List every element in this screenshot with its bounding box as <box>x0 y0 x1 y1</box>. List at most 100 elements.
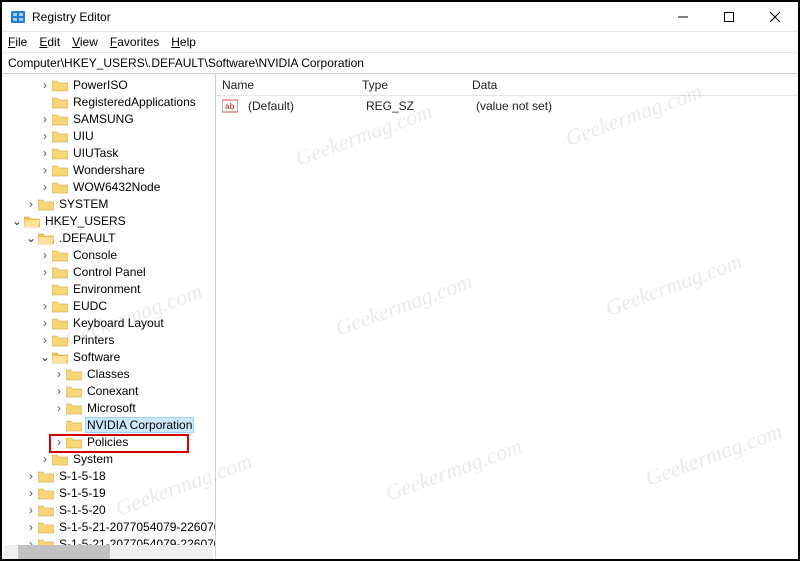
tree-item[interactable]: ⌄ .DEFAULT <box>4 229 215 246</box>
chevron-down-icon[interactable]: ⌄ <box>10 214 24 228</box>
string-value-icon: ab <box>222 98 238 114</box>
tree-item[interactable]: ⌄Software <box>4 348 215 365</box>
folder-icon <box>52 333 68 347</box>
tree-item[interactable]: Environment <box>4 280 215 297</box>
chevron-right-icon[interactable]: › <box>24 520 38 534</box>
tree-label: System <box>71 452 115 466</box>
tree-item[interactable]: › S-1-5-18 <box>4 467 215 484</box>
col-header-type[interactable]: Type <box>356 78 466 92</box>
maximize-button[interactable] <box>706 2 752 32</box>
chevron-right-icon[interactable]: › <box>38 299 52 313</box>
chevron-right-icon[interactable]: › <box>52 384 66 398</box>
cell-name: (Default) <box>242 99 360 113</box>
col-header-data[interactable]: Data <box>466 78 798 92</box>
chevron-right-icon[interactable]: › <box>38 316 52 330</box>
column-headers[interactable]: Name Type Data <box>216 74 798 96</box>
tree-label: Wondershare <box>71 163 147 177</box>
tree-label: NVIDIA Corporation <box>85 417 194 433</box>
folder-icon <box>38 503 54 517</box>
tree-item[interactable]: ›SAMSUNG <box>4 110 215 127</box>
menu-edit[interactable]: Edit <box>39 35 60 49</box>
chevron-down-icon[interactable]: ⌄ <box>24 231 38 245</box>
tree-item[interactable]: ›Classes <box>4 365 215 382</box>
title-bar: Registry Editor <box>2 2 798 32</box>
folder-icon <box>66 418 82 432</box>
tree-item[interactable]: ›PowerISO <box>4 76 215 93</box>
chevron-right-icon[interactable]: › <box>24 197 38 211</box>
tree-item[interactable]: ›S-1-5-19 <box>4 484 215 501</box>
menu-view[interactable]: View <box>72 35 98 49</box>
tree-item[interactable]: ›EUDC <box>4 297 215 314</box>
tree-item[interactable]: RegisteredApplications <box>4 93 215 110</box>
chevron-right-icon[interactable]: › <box>38 78 52 92</box>
folder-icon <box>52 299 68 313</box>
chevron-right-icon[interactable]: › <box>24 486 38 500</box>
tree-label: S-1-5-21-2077054079-226070 <box>57 520 216 534</box>
chevron-right-icon[interactable]: › <box>24 469 38 483</box>
tree-pane[interactable]: ›PowerISO RegisteredApplications ›SAMSUN… <box>2 74 216 559</box>
menu-file[interactable]: File <box>8 35 27 49</box>
scrollbar-thumb[interactable] <box>18 545 110 559</box>
chevron-down-icon[interactable]: ⌄ <box>38 350 52 364</box>
folder-icon <box>38 486 54 500</box>
tree-label: S-1-5-20 <box>57 503 108 517</box>
values-pane[interactable]: Name Type Data ab (Default) REG_SZ (valu… <box>216 74 798 559</box>
chevron-right-icon[interactable]: › <box>38 112 52 126</box>
tree-item[interactable]: › Keyboard Layout <box>4 314 215 331</box>
tree-item[interactable]: › WOW6432Node <box>4 178 215 195</box>
folder-icon <box>52 180 68 194</box>
tree-label: SYSTEM <box>57 197 110 211</box>
folder-icon <box>52 78 68 92</box>
chevron-right-icon[interactable]: › <box>38 129 52 143</box>
folder-icon <box>66 384 82 398</box>
tree-label: Control Panel <box>71 265 148 279</box>
tree-item[interactable]: ›Conexant <box>4 382 215 399</box>
folder-icon <box>52 129 68 143</box>
folder-icon <box>52 248 68 262</box>
folder-icon <box>52 112 68 126</box>
folder-icon <box>66 401 82 415</box>
tree-item[interactable]: ›Printers <box>4 331 215 348</box>
chevron-right-icon[interactable]: › <box>38 180 52 194</box>
window-title: Registry Editor <box>32 10 660 24</box>
tree-label: Keyboard Layout <box>71 316 166 330</box>
folder-icon <box>52 95 68 109</box>
tree-item-selected[interactable]: NVIDIA Corporation <box>4 416 215 433</box>
folder-icon <box>66 367 82 381</box>
tree-item[interactable]: › Control Panel <box>4 263 215 280</box>
tree-label: .DEFAULT <box>57 231 117 245</box>
chevron-right-icon[interactable]: › <box>38 248 52 262</box>
menu-favorites[interactable]: Favorites <box>110 35 159 49</box>
chevron-right-icon[interactable]: › <box>38 265 52 279</box>
tree-item[interactable]: ⌄HKEY_USERS <box>4 212 215 229</box>
tree-item[interactable]: › S-1-5-20 <box>4 501 215 518</box>
tree-label: S-1-5-18 <box>57 469 108 483</box>
tree-item[interactable]: ›UIU <box>4 127 215 144</box>
tree-item[interactable]: › SYSTEM <box>4 195 215 212</box>
chevron-right-icon[interactable]: › <box>38 146 52 160</box>
col-header-name[interactable]: Name <box>216 78 356 92</box>
chevron-right-icon[interactable]: › <box>38 452 52 466</box>
chevron-right-icon[interactable]: › <box>24 503 38 517</box>
folder-icon <box>52 265 68 279</box>
tree-item[interactable]: › UIUTask <box>4 144 215 161</box>
value-row[interactable]: ab (Default) REG_SZ (value not set) <box>216 96 798 114</box>
address-bar[interactable]: Computer\HKEY_USERS\.DEFAULT\Software\NV… <box>2 52 798 74</box>
tree-item[interactable]: › Wondershare <box>4 161 215 178</box>
tree-label: WOW6432Node <box>71 180 162 194</box>
tree-label: UIUTask <box>71 146 120 160</box>
tree-item[interactable]: › S-1-5-21-2077054079-226070 <box>4 518 215 535</box>
chevron-right-icon[interactable]: › <box>38 163 52 177</box>
chevron-right-icon[interactable]: › <box>52 367 66 381</box>
horizontal-scrollbar[interactable] <box>4 545 213 559</box>
chevron-right-icon[interactable]: › <box>38 333 52 347</box>
folder-open-icon <box>52 350 68 364</box>
folder-icon <box>38 197 54 211</box>
minimize-button[interactable] <box>660 2 706 32</box>
regedit-app-icon <box>10 9 26 25</box>
tree-item[interactable]: ›Console <box>4 246 215 263</box>
close-button[interactable] <box>752 2 798 32</box>
chevron-right-icon[interactable]: › <box>52 401 66 415</box>
tree-item[interactable]: ›Microsoft <box>4 399 215 416</box>
menu-help[interactable]: Help <box>171 35 196 49</box>
